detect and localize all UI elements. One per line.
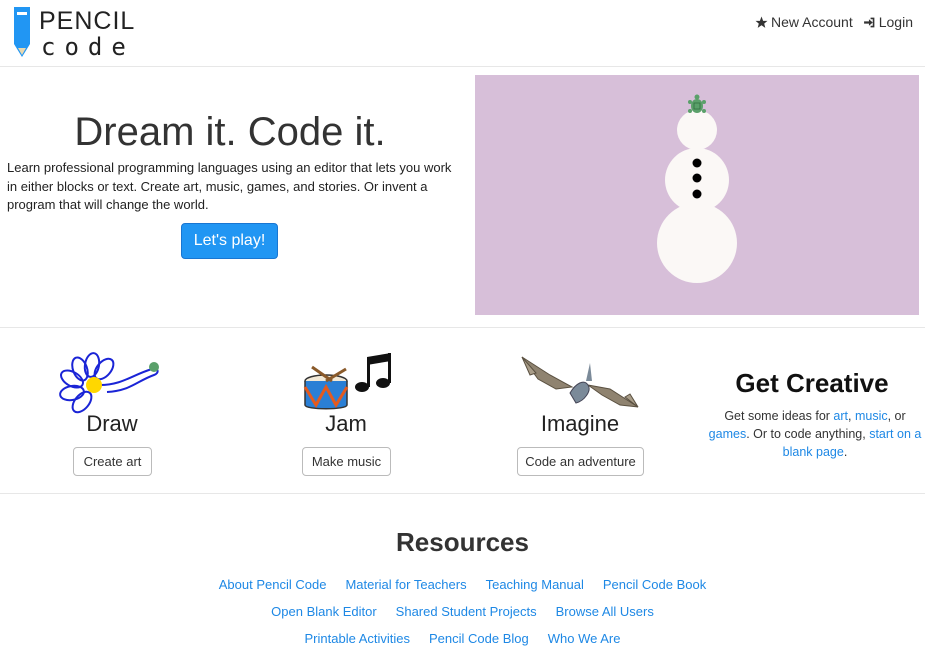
- hero-section: Dream it. Code it. Learn professional pr…: [0, 67, 460, 327]
- printable-activities-link[interactable]: Printable Activities: [305, 631, 411, 646]
- section-divider: [0, 493, 925, 494]
- logo-text-pencil: PENCIL: [39, 7, 136, 35]
- new-account-label: New Account: [771, 14, 853, 30]
- pencil-code-logo[interactable]: PENCIL code: [12, 6, 142, 60]
- feature-draw: Draw Create art: [12, 345, 212, 485]
- open-blank-editor-link[interactable]: Open Blank Editor: [271, 604, 377, 619]
- new-account-link[interactable]: New Account: [755, 14, 853, 30]
- teaching-manual-link[interactable]: Teaching Manual: [486, 577, 584, 592]
- code-an-adventure-button[interactable]: Code an adventure: [517, 447, 644, 476]
- feature-imagine-title: Imagine: [540, 411, 620, 436]
- who-we-are-link[interactable]: Who We Are: [548, 631, 621, 646]
- login-link[interactable]: Login: [863, 14, 913, 30]
- creative-text-part: . Or to code anything,: [746, 427, 870, 441]
- logo-text-code: code: [41, 33, 135, 61]
- creative-text-part: .: [843, 445, 848, 459]
- dragon-icon: [521, 356, 639, 408]
- pencil-logo-icon: [14, 7, 30, 57]
- get-creative-title: Get Creative: [735, 368, 889, 398]
- material-for-teachers-link[interactable]: Material for Teachers: [345, 577, 466, 592]
- top-nav: New Account Login: [755, 14, 913, 30]
- shared-student-projects-link[interactable]: Shared Student Projects: [396, 604, 537, 619]
- header: PENCIL code New Account Login: [0, 0, 925, 67]
- turtle-icon: [688, 94, 706, 113]
- resources-row-3: Printable Activities Pencil Code Blog Wh…: [0, 631, 925, 646]
- creative-text-part: Get some ideas for: [724, 409, 834, 423]
- hero-description: Learn professional programming languages…: [7, 160, 452, 212]
- pencil-code-book-link[interactable]: Pencil Code Book: [603, 577, 706, 592]
- art-link[interactable]: art: [833, 409, 848, 423]
- login-icon: [863, 17, 875, 27]
- browse-all-users-link[interactable]: Browse All Users: [556, 604, 654, 619]
- get-creative-text: Get some ideas for art, music, or games.…: [705, 407, 925, 461]
- section-divider: [0, 327, 925, 328]
- login-label: Login: [878, 14, 913, 30]
- hero-title: Dream it. Code it.: [74, 110, 386, 154]
- flower-drawing-icon: [59, 352, 159, 414]
- feature-jam: Jam Make music: [246, 345, 446, 485]
- feature-imagine: Imagine Code an adventure: [480, 345, 680, 485]
- make-music-button[interactable]: Make music: [302, 447, 391, 476]
- create-art-button[interactable]: Create art: [73, 447, 152, 476]
- games-link[interactable]: games: [709, 427, 747, 441]
- get-creative-section: Get Creative Get some ideas for art, mus…: [705, 368, 925, 461]
- about-pencil-code-link[interactable]: About Pencil Code: [219, 577, 327, 592]
- music-link[interactable]: music: [855, 409, 888, 423]
- pencil-code-blog-link[interactable]: Pencil Code Blog: [429, 631, 529, 646]
- resources-title: Resources: [396, 527, 529, 557]
- creative-separator: ,: [848, 409, 855, 423]
- lets-play-button[interactable]: Let's play!: [181, 223, 278, 259]
- snowman-illustration: [657, 94, 737, 283]
- creative-separator: , or: [887, 409, 906, 423]
- feature-draw-title: Draw: [86, 411, 138, 436]
- resources-row-1: About Pencil Code Material for Teachers …: [0, 577, 925, 592]
- resources-row-2: Open Blank Editor Shared Student Project…: [0, 604, 925, 619]
- star-icon: [755, 16, 768, 28]
- drum-and-music-note-icon: [303, 353, 391, 410]
- feature-jam-title: Jam: [325, 411, 367, 436]
- snowman-demo-canvas[interactable]: [475, 75, 919, 315]
